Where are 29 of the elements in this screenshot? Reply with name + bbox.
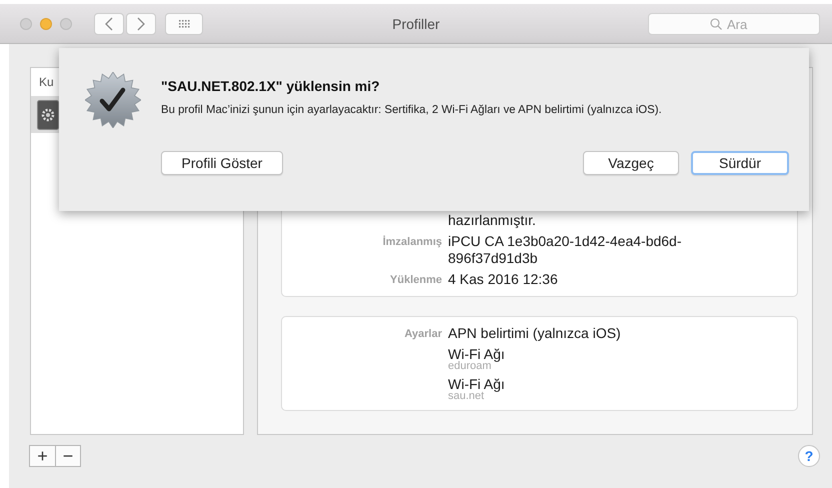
field-value: Wi-Fi Ağı (448, 346, 506, 362)
field-value: Wi-Fi Ağı (448, 376, 506, 392)
field-label: Yüklenme (389, 273, 442, 288)
gear-icon (37, 100, 59, 130)
forward-button[interactable] (126, 12, 156, 34)
chevron-left-icon (105, 16, 113, 30)
field-detail: eduroam (448, 360, 492, 372)
cancel-button[interactable]: Vazgeç (583, 151, 679, 175)
field-label: İmzalanmış (382, 234, 442, 250)
show-all-button[interactable] (165, 12, 203, 34)
field-value: hazırlanmıştır. (448, 212, 537, 229)
field-value: 4 Kas 2016 12:36 (448, 271, 559, 288)
help-button[interactable]: ? (798, 445, 820, 467)
grid-icon (178, 20, 190, 28)
search-field[interactable]: Ara (648, 13, 820, 35)
minimize-button[interactable] (40, 18, 52, 30)
window-title: Profiller (392, 16, 440, 32)
add-button[interactable]: + (30, 446, 55, 466)
back-button[interactable] (94, 12, 124, 34)
field-value: APN belirtimi (yalnızca iOS) (448, 325, 622, 342)
field-label: Ayarlar (403, 327, 442, 342)
remove-button[interactable]: − (55, 446, 80, 466)
field-detail: sau.net (448, 390, 484, 402)
field-value: iPCU CA 1e3b0a20-1d42-4ea4-bd6d-896f37d91d3b (448, 233, 682, 267)
dialog-message: Bu profil Mac’inizi şunun için ayarlayacaktır: Sertifika, 2 Wi-Fi Ağları ve APN belirtimi (yalnızca iOS). (161, 104, 663, 116)
continue-button[interactable]: Sürdür (691, 151, 789, 175)
verified-badge-icon (85, 72, 141, 128)
chevron-right-icon (137, 16, 145, 30)
show-profile-button[interactable]: Profili Göster (161, 151, 283, 175)
